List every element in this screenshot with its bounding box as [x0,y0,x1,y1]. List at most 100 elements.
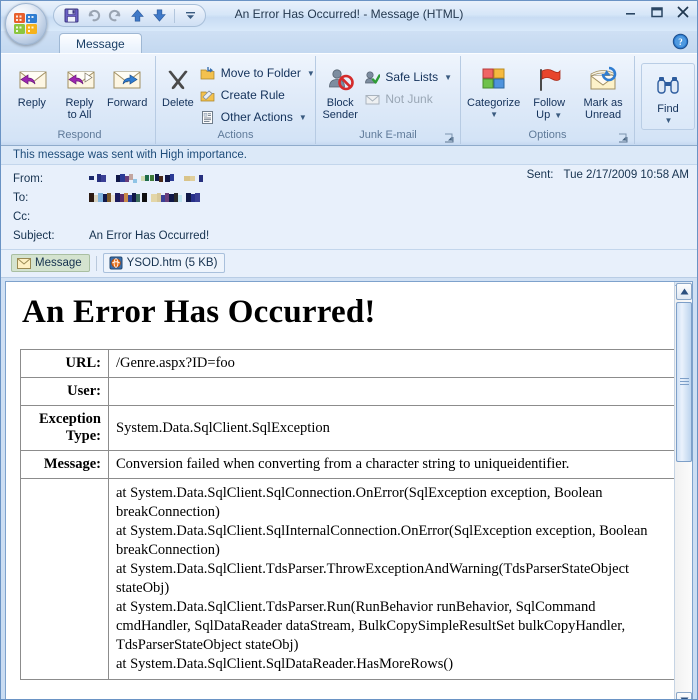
table-row: at System.Data.SqlClient.SqlConnection.O… [20,478,674,680]
importance-notice: This message was sent with High importan… [1,146,697,165]
attachment-item[interactable]: YSOD.htm (5 KB) [102,253,226,273]
options-dialog-launcher[interactable] [618,133,628,143]
window-controls [623,4,691,20]
chevron-down-icon: ▼ [298,112,307,122]
chevron-down-icon: ▼ [490,110,499,119]
find-button[interactable]: Find ▼ [641,63,695,130]
move-to-folder-button[interactable]: Move to Folder ▼ [196,62,319,84]
maximize-button[interactable] [649,4,665,20]
sent-value: Tue 2/17/2009 10:58 AM [563,169,689,181]
scroll-thumb[interactable] [676,302,692,462]
mark-unread-envelope-icon [587,63,619,97]
cc-label: Cc: [13,210,31,223]
redaction-blocks-icon [89,173,203,183]
cc-row[interactable]: Cc: [1,207,697,226]
categorize-label: Categorize [467,97,521,109]
stack-trace-line: at System.Data.SqlClient.TdsParser.Run(R… [116,599,596,615]
to-row[interactable]: To: [1,188,697,207]
other-actions-button[interactable]: Other Actions ▼ [196,106,319,128]
minimize-button[interactable] [623,4,639,20]
stack-trace-line: stateObj) [116,580,170,596]
reply-all-envelope-icon [63,63,97,97]
vertical-scrollbar[interactable] [674,282,692,699]
table-row: User: [20,377,674,406]
stack-trace-line: cmdHandler, SqlDataReader dataStream, Bu… [116,618,626,634]
ribbon-group-label-actions: Actions [217,129,254,141]
create-rule-folder-icon [200,87,216,103]
delete-label: Delete [162,97,194,109]
ribbon-group-label-junk-email: Junk E-mail [320,129,456,144]
table-row: Exception Type: System.Data.SqlClient.Sq… [20,405,674,451]
junk-email-dialog-launcher[interactable] [444,133,454,143]
ribbon: Reply Reply to All Forward Respond Delet… [1,53,697,146]
scroll-down-button[interactable] [676,692,692,699]
scroll-up-button[interactable] [676,283,692,300]
title-bar: An Error Has Occurred! - Message (HTML) [1,1,697,45]
scroll-up-arrow-icon [680,288,688,295]
delete-x-icon [163,63,193,97]
create-rule-button[interactable]: Create Rule [196,84,319,106]
page-title: An Error Has Occurred! [22,294,376,330]
safe-lists-icon [364,69,381,85]
message-value: Conversion failed when converting from a… [108,450,674,479]
follow-up-button[interactable]: Follow Up ▼ [522,60,576,122]
block-sender-button[interactable]: Block Sender [320,60,360,121]
stack-trace-line: at System.Data.SqlClient.SqlInternalConn… [116,523,648,539]
table-row: Message: Conversion failed when converti… [20,450,674,479]
url-label: URL: [20,349,109,378]
maximize-icon [651,7,663,18]
window-title: An Error Has Occurred! - Message (HTML) [234,7,464,21]
stack-trace-line: at System.Data.SqlClient.SqlDataReader.H… [116,656,454,672]
safe-lists-button[interactable]: Safe Lists ▼ [360,66,456,88]
reply-all-button[interactable]: Reply to All [56,60,104,121]
help-button[interactable]: ? [672,33,689,50]
stack-trace-line: at System.Data.SqlClient.SqlConnection.O… [116,485,603,501]
follow-up-label-line1: Follow [533,97,566,109]
exception-type-label-line1: Exception [38,411,101,427]
chevron-down-icon: ▼ [306,68,315,78]
safe-lists-label: Safe Lists [385,70,439,84]
stack-trace-line: breakConnection) [116,542,220,558]
forward-button[interactable]: Forward [103,60,151,109]
to-value-redacted [89,192,697,204]
delete-button[interactable]: Delete [160,60,196,109]
junk-email-label-text: Junk E-mail [359,129,417,141]
ribbon-group-respond: Reply Reply to All Forward Respond [4,56,155,144]
subject-label: Subject: [13,229,55,242]
sent-info: Sent: Tue 2/17/2009 10:58 AM [527,169,689,181]
not-junk-icon [364,91,380,107]
ribbon-group-label-find [639,130,688,144]
mark-as-unread-label-line2: Unread [585,109,622,121]
options-label-text: Options [528,129,567,141]
message-header: This message was sent with High importan… [1,146,697,278]
move-to-folder-label: Move to Folder [220,66,301,80]
subject-row[interactable]: Subject: An Error Has Occurred! [1,226,697,245]
redaction-blocks-icon [89,192,200,202]
reply-label: Reply [17,97,46,109]
header-fields: Sent: Tue 2/17/2009 10:58 AM From: To: C… [1,165,697,249]
message-tab-label: Message [35,257,82,269]
forward-envelope-icon [110,63,144,97]
close-button[interactable] [675,4,691,20]
tab-message[interactable]: Message [59,33,142,55]
find-label: Find [657,103,679,115]
block-sender-icon [324,63,356,97]
stack-trace-line: at System.Data.SqlClient.TdsParser.Throw… [116,561,630,577]
close-icon [677,6,689,18]
reply-all-label-line2: to All [67,109,92,121]
message-body-content: An Error Has Occurred! URL: /Genre.aspx?… [6,282,674,699]
categorize-button[interactable]: Categorize ▼ [465,60,522,121]
reply-button[interactable]: Reply [8,60,56,109]
forward-label: Forward [107,97,148,109]
office-button[interactable] [5,3,47,45]
mark-as-unread-button[interactable]: Mark as Unread [576,60,630,121]
chevron-down-icon: ▼ [444,72,452,82]
svg-text:?: ? [678,37,683,47]
not-junk-button[interactable]: Not Junk [360,88,456,110]
envelope-icon [17,257,31,269]
chevron-down-icon: ▼ [664,116,673,125]
ribbon-group-options: Categorize ▼ Follow Up ▼ Mark as Unread … [460,56,634,144]
reply-envelope-icon [15,63,49,97]
stack-trace-value: at System.Data.SqlClient.SqlConnection.O… [108,478,674,680]
message-tab-button[interactable]: Message [11,254,90,272]
